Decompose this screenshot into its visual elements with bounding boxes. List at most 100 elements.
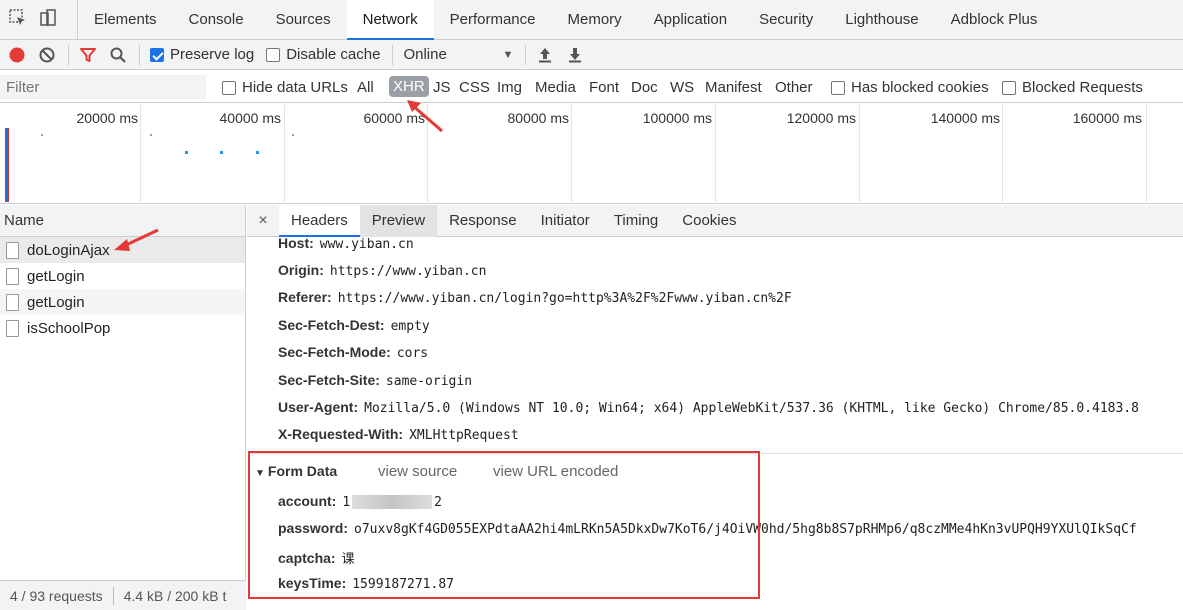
tab-preview[interactable]: Preview — [359, 205, 438, 237]
header-key: Sec-Fetch-Mode: — [278, 344, 391, 360]
timeline-gridline — [140, 104, 141, 204]
tab-lighthouse[interactable]: Lighthouse — [829, 0, 934, 40]
checkbox-checked[interactable] — [150, 47, 164, 62]
filter-type-font[interactable]: Font — [589, 79, 619, 96]
filter-type-xhr[interactable]: XHR — [389, 76, 429, 97]
preserve-log-checkbox[interactable]: Preserve log — [150, 46, 254, 63]
disable-cache-checkbox[interactable]: Disable cache — [266, 46, 380, 63]
request-count: 4 / 93 requests — [10, 587, 103, 604]
network-toolbar: Preserve log Disable cache Online ▼ — [0, 40, 1183, 70]
clear-button[interactable] — [38, 46, 56, 64]
request-bar — [292, 134, 294, 136]
record-button[interactable] — [8, 46, 26, 64]
header-row-x-requested-with: X-Requested-With: XMLHttpRequest — [278, 426, 519, 443]
tab-cookies[interactable]: Cookies — [670, 205, 748, 237]
filter-type-all[interactable]: All — [357, 79, 374, 96]
hide-data-urls-label: Hide data URLs — [242, 79, 348, 96]
hide-data-urls-checkbox[interactable]: Hide data URLs — [222, 79, 348, 96]
requests-list-panel: Name doLoginAjax getLogin getLogin isSch… — [0, 205, 246, 610]
throttling-select[interactable]: Online ▼ — [403, 46, 513, 63]
timeline-overview[interactable]: 20000 ms 40000 ms 60000 ms 80000 ms 1000… — [0, 104, 1183, 204]
search-icon — [110, 47, 126, 63]
header-key: Sec-Fetch-Dest: — [278, 317, 385, 333]
request-row-getlogin[interactable]: getLogin — [0, 263, 245, 289]
filter-toggle-button[interactable] — [79, 46, 97, 64]
preserve-log-label: Preserve log — [170, 46, 255, 63]
close-icon[interactable]: × — [247, 212, 279, 230]
export-har-button[interactable] — [566, 46, 584, 64]
filter-icon — [80, 47, 96, 62]
filter-type-doc[interactable]: Doc — [631, 79, 658, 96]
search-button[interactable] — [109, 46, 127, 64]
load-event-marker — [7, 128, 9, 202]
header-row-origin: Origin: https://www.yiban.cn — [278, 262, 486, 279]
dropdown-triangle-icon: ▼ — [502, 48, 514, 61]
tab-headers[interactable]: Headers — [279, 205, 360, 237]
checkbox-unchecked[interactable] — [1002, 80, 1016, 95]
blocked-requests-checkbox[interactable]: Blocked Requests — [1002, 79, 1143, 96]
checkbox-unchecked[interactable] — [266, 47, 281, 62]
has-blocked-cookies-checkbox[interactable]: Has blocked cookies — [831, 79, 989, 96]
tab-timing[interactable]: Timing — [602, 205, 670, 237]
disable-cache-label: Disable cache — [286, 46, 381, 63]
file-icon — [6, 267, 19, 285]
device-toolbar-icon[interactable] — [38, 8, 58, 32]
devtools-tab-bar: Elements Console Sources Network Perform… — [0, 0, 1183, 40]
filter-type-ws[interactable]: WS — [670, 79, 694, 96]
tab-memory[interactable]: Memory — [552, 0, 638, 40]
inspect-element-icon[interactable] — [8, 8, 28, 32]
tab-performance[interactable]: Performance — [434, 0, 552, 40]
request-name: isSchoolPop — [27, 319, 111, 337]
import-har-button[interactable] — [536, 46, 554, 64]
timeline-tick-label: 160000 ms — [1072, 110, 1142, 126]
header-key: User-Agent: — [278, 399, 359, 415]
header-value: empty — [390, 319, 430, 334]
tab-sources[interactable]: Sources — [260, 0, 347, 40]
tab-network[interactable]: Network — [346, 0, 434, 40]
blocked-requests-label: Blocked Requests — [1022, 79, 1143, 96]
request-row-isschoolpop[interactable]: isSchoolPop — [0, 315, 245, 341]
timeline-tick-label: 120000 ms — [786, 110, 856, 126]
timeline-gridline — [571, 104, 572, 204]
tab-response[interactable]: Response — [437, 205, 529, 237]
transfer-size: 4.4 kB / 200 kB t — [123, 587, 227, 604]
timeline-tick-label: 20000 ms — [76, 110, 138, 126]
upload-icon — [539, 47, 552, 62]
tab-adblock-plus[interactable]: Adblock Plus — [935, 0, 1054, 40]
timeline-gridline — [284, 104, 285, 204]
file-icon — [6, 319, 19, 337]
checkbox-unchecked[interactable] — [222, 80, 236, 95]
timeline-gridline — [1146, 104, 1147, 204]
tab-elements[interactable]: Elements — [78, 0, 173, 40]
tab-console[interactable]: Console — [173, 0, 260, 40]
checkbox-unchecked[interactable] — [831, 80, 845, 95]
request-row-getlogin-2[interactable]: getLogin — [0, 289, 245, 315]
header-value: https://www.yiban.cn/login?go=http%3A%2F… — [337, 291, 792, 306]
tab-application[interactable]: Application — [638, 0, 743, 40]
request-bar — [220, 151, 223, 154]
toolbar-divider — [525, 44, 527, 65]
annotation-red-box — [248, 451, 760, 599]
header-row-sec-fetch-dest: Sec-Fetch-Dest: empty — [278, 317, 430, 334]
filter-type-manifest[interactable]: Manifest — [705, 79, 762, 96]
tab-initiator[interactable]: Initiator — [529, 205, 602, 237]
filter-type-media[interactable]: Media — [535, 79, 576, 96]
tab-security[interactable]: Security — [743, 0, 829, 40]
request-name: getLogin — [27, 267, 85, 285]
header-key: Host: — [278, 235, 314, 251]
file-icon — [6, 293, 19, 311]
filter-type-img[interactable]: Img — [497, 79, 522, 96]
timeline-tick-label: 100000 ms — [642, 110, 712, 126]
filter-type-js[interactable]: JS — [433, 79, 451, 96]
timeline-gridline — [1002, 104, 1003, 204]
annotation-arrow-xhr — [407, 100, 443, 133]
annotation-arrow-dologinajax — [114, 228, 159, 251]
filter-type-other[interactable]: Other — [775, 79, 813, 96]
header-row-sec-fetch-mode: Sec-Fetch-Mode: cors — [278, 344, 428, 361]
filter-type-css[interactable]: CSS — [459, 79, 490, 96]
header-value: same-origin — [385, 374, 473, 389]
filter-input[interactable] — [0, 75, 206, 99]
header-row-sec-fetch-site: Sec-Fetch-Site: same-origin — [278, 372, 472, 389]
header-value: https://www.yiban.cn — [329, 264, 487, 279]
timeline-tick-label: 140000 ms — [930, 110, 1000, 126]
